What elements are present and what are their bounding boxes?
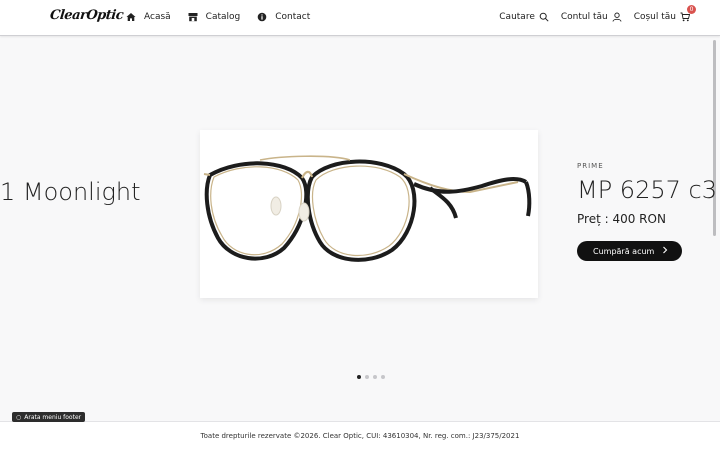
account-button[interactable]: Contul tău [561, 12, 622, 22]
cart-button[interactable]: Coșul tău 0 [633, 5, 696, 22]
user-nav: Cautare Contul tău Coșul tău 0 [487, 5, 696, 22]
cart-count-badge: 0 [687, 5, 696, 14]
product-name[interactable]: MP 6257 c3 [577, 176, 717, 204]
search-icon [539, 12, 549, 22]
carousel-dots [357, 375, 389, 379]
footer-toggle-button[interactable]: ○ Arata meniu footer [12, 412, 86, 422]
carousel-dot-4[interactable] [381, 375, 385, 379]
main-nav: Acasă Catalog Contact [126, 12, 327, 22]
carousel-dot-1[interactable] [357, 375, 361, 379]
logo[interactable]: ClearOptic [49, 8, 124, 23]
carousel-dot-2[interactable] [365, 375, 369, 379]
buy-now-button[interactable]: Cumpără acum [577, 241, 682, 261]
brand-label: PRIME [577, 162, 604, 170]
nav-label-contact: Contact [275, 12, 311, 22]
info-icon [257, 12, 267, 22]
cart-label: Coșul tău [633, 12, 676, 22]
toggle-circle-icon: ○ [16, 413, 22, 421]
nav-item-catalog[interactable]: Catalog [188, 12, 241, 22]
store-icon [188, 12, 198, 22]
home-icon [126, 12, 136, 22]
glasses-image [203, 155, 532, 262]
footer-toggle-label: Arata meniu footer [24, 413, 82, 421]
nav-label-catalog: Catalog [205, 12, 241, 22]
search-label: Cautare [499, 12, 535, 22]
slide-info: PRIME MP 6257 c3 Preț : 400 RON Cumpără … [577, 162, 717, 261]
cart-icon: 0 [680, 5, 696, 22]
account-label: Contul tău [560, 12, 608, 22]
copyright-text: Toate drepturile rezervate ©2026. Clear … [200, 432, 520, 440]
nav-item-contact[interactable]: Contact [257, 12, 310, 22]
product-image[interactable] [200, 130, 538, 298]
search-button[interactable]: Cautare [499, 12, 549, 22]
nav-item-home[interactable]: Acasă [126, 12, 171, 22]
buy-now-label: Cumpără acum [593, 246, 655, 256]
nav-label-home: Acasă [144, 12, 171, 22]
chevron-right-icon [662, 246, 668, 256]
product-price: Preț : 400 RON [577, 212, 666, 226]
site-footer: Toate drepturile rezervate ©2026. Clear … [0, 421, 720, 450]
user-icon [612, 12, 622, 22]
previous-slide-title: 1 Moonlight [0, 178, 141, 206]
site-header: ClearOptic Acasă Catalog Contact Cautare [0, 0, 720, 36]
carousel-dot-3[interactable] [373, 375, 377, 379]
